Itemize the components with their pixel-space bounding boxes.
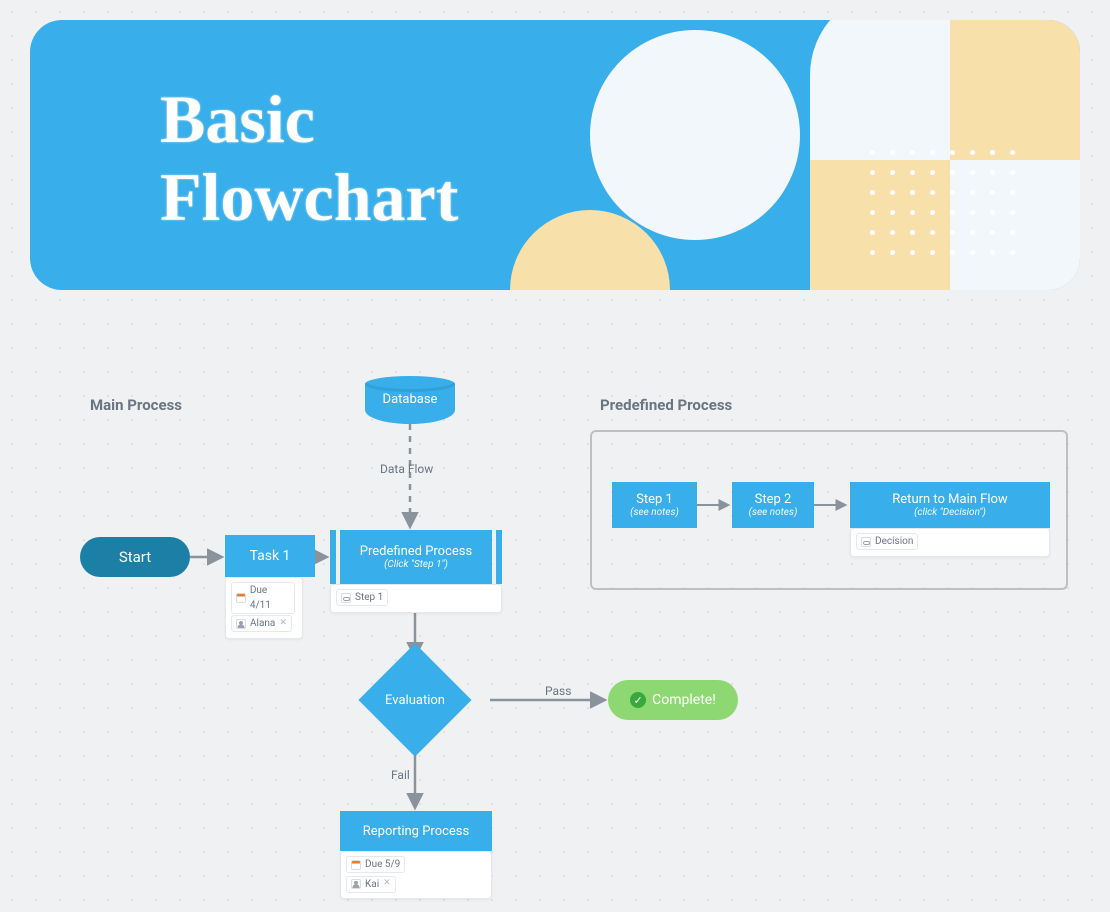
card-return[interactable]: Decision [850, 528, 1050, 557]
node-reporting[interactable]: Reporting Process [340, 811, 492, 851]
node-reporting-label: Reporting Process [363, 824, 469, 839]
predefined-link: Step 1 [355, 590, 383, 605]
node-task-1[interactable]: Task 1 [225, 535, 315, 577]
step-2-title: Step 2 [732, 492, 814, 507]
calendar-icon [351, 860, 361, 870]
link-icon [861, 537, 871, 547]
section-title-main-process: Main Process [90, 396, 182, 414]
node-step-2[interactable]: Step 2 (see notes) [732, 482, 814, 528]
hero-decoration-dotgrid [870, 150, 1020, 260]
hero-decoration-semicircle [590, 30, 800, 240]
task-1-assignee: Alana [250, 616, 275, 631]
node-complete[interactable]: ✓ Complete! [608, 680, 738, 720]
node-predefined-subtitle: (Click "Step 1") [340, 559, 492, 570]
card-predefined[interactable]: Step 1 [330, 584, 502, 613]
node-predefined-title: Predefined Process [340, 544, 492, 559]
return-title: Return to Main Flow [850, 492, 1050, 507]
task-1-due: Due 4/11 [250, 583, 290, 613]
predefined-subprocess-panel[interactable]: Step 1 (see notes) Step 2 (see notes) Re… [590, 430, 1068, 590]
remove-icon[interactable]: ✕ [279, 617, 287, 631]
step-2-subtitle: (see notes) [732, 507, 814, 518]
card-reporting[interactable]: Due 5/9 Kai ✕ [340, 851, 492, 899]
hero-title: Basic Flowchart [160, 80, 458, 236]
node-database[interactable]: Database [365, 376, 455, 424]
section-title-predefined-process: Predefined Process [600, 396, 732, 414]
return-subtitle: (click "Decision") [850, 507, 1050, 518]
node-complete-label: Complete! [652, 692, 716, 708]
user-icon [236, 619, 246, 629]
edge-label-fail: Fail [391, 768, 410, 782]
user-icon [351, 879, 361, 889]
node-evaluation-label: Evaluation [385, 693, 445, 708]
node-predefined-process[interactable]: Predefined Process (Click "Step 1") [340, 530, 492, 584]
check-circle-icon: ✓ [630, 692, 646, 708]
node-return-main-flow[interactable]: Return to Main Flow (click "Decision") [850, 482, 1050, 528]
node-start-label: Start [119, 548, 151, 566]
edge-label-data-flow: Data Flow [380, 462, 433, 476]
reporting-assignee: Kai [365, 877, 379, 892]
return-link: Decision [875, 534, 913, 549]
calendar-icon [236, 593, 246, 603]
remove-icon[interactable]: ✕ [383, 877, 391, 891]
hero-decoration-quarter-tr [950, 20, 1080, 160]
hero-banner: Basic Flowchart [30, 20, 1080, 290]
step-1-title: Step 1 [612, 492, 697, 507]
node-task-1-label: Task 1 [250, 548, 291, 564]
node-database-label: Database [365, 392, 455, 407]
card-task-1[interactable]: Due 4/11 Alana ✕ [225, 577, 303, 639]
edge-label-pass: Pass [545, 684, 571, 698]
node-evaluation[interactable]: Evaluation [340, 650, 490, 750]
node-start[interactable]: Start [80, 537, 190, 577]
link-icon [341, 593, 351, 603]
step-1-subtitle: (see notes) [612, 507, 697, 518]
node-step-1[interactable]: Step 1 (see notes) [612, 482, 697, 528]
reporting-due: Due 5/9 [365, 857, 400, 872]
diagram-stage[interactable]: Main Process Database Data Flow Start Ta… [0, 310, 1110, 912]
